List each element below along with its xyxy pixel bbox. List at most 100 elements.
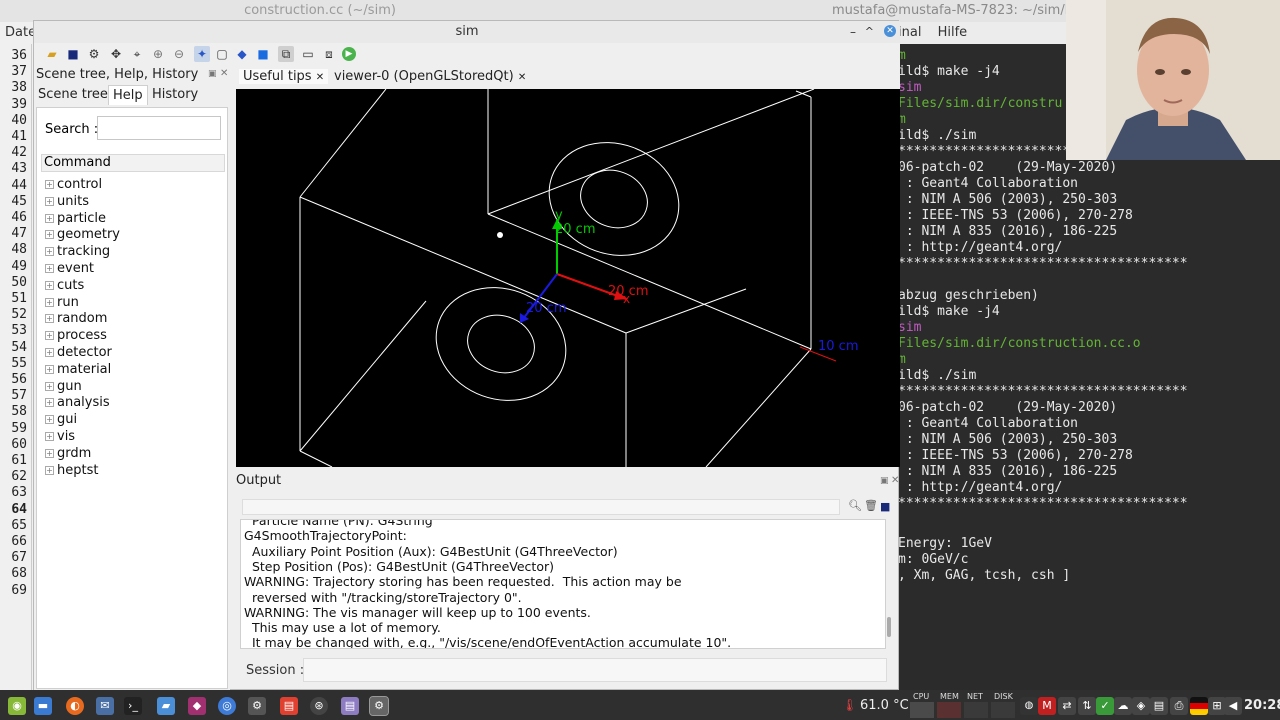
command-item-gui[interactable]: + gui — [45, 411, 77, 428]
terminal-menu-terminal[interactable]: inal — [898, 25, 921, 40]
command-item-tracking[interactable]: + tracking — [45, 243, 110, 260]
expand-icon[interactable]: + — [45, 465, 54, 475]
mail-icon[interactable]: ✉ — [96, 697, 114, 715]
expand-icon[interactable]: + — [45, 448, 54, 458]
tray-clipboard-icon[interactable]: ▤ — [1150, 697, 1168, 715]
show-desktop-icon[interactable]: ▬ — [34, 697, 52, 715]
volume-icon[interactable]: ◀ — [1224, 697, 1242, 715]
command-item-random[interactable]: + random — [45, 310, 107, 327]
text-editor-icon[interactable]: ▤ — [341, 697, 359, 715]
command-item-heptst[interactable]: + heptst — [45, 462, 98, 479]
expand-icon[interactable]: + — [45, 432, 54, 441]
tab-close-icon[interactable]: ✕ — [316, 72, 324, 83]
tray-update-icon[interactable]: ✓ — [1096, 697, 1114, 715]
search-icon[interactable]: 🔍︎ — [848, 499, 862, 512]
tool-icon[interactable]: ⚙ — [248, 697, 266, 715]
expand-icon[interactable]: + — [45, 196, 54, 206]
zoom-in-icon[interactable]: ⊕ — [150, 46, 166, 62]
firefox-icon[interactable]: ◐ — [66, 697, 84, 715]
solid-icon[interactable]: ◆ — [234, 46, 250, 62]
command-item-process[interactable]: + process — [45, 327, 107, 344]
output-scrollbar[interactable] — [887, 617, 891, 637]
tab-useful-tips[interactable]: Useful tips ✕ — [239, 69, 329, 84]
tray-printer-icon[interactable]: ⎙ — [1170, 697, 1188, 715]
output-close-icon[interactable]: ✕ — [891, 475, 899, 486]
open-icon[interactable]: ▰ — [44, 46, 60, 62]
session-command-input[interactable] — [303, 658, 887, 682]
tray-cloud-icon[interactable]: ☁ — [1114, 697, 1132, 715]
output-log[interactable]: Particle Name (PN): G4String G4SmoothTraj… — [240, 519, 886, 649]
tab-viewer-0[interactable]: viewer-0 (OpenGLStoredQt) ✕ — [330, 69, 530, 84]
pick-icon[interactable]: ✦ — [194, 46, 210, 62]
command-item-run[interactable]: + run — [45, 294, 79, 311]
settings-gear-icon[interactable]: ⚙ — [86, 46, 102, 62]
minimize-icon[interactable]: – — [850, 21, 856, 43]
expand-icon[interactable]: + — [45, 331, 54, 341]
expand-icon[interactable]: + — [45, 415, 54, 425]
output-filter-input[interactable] — [242, 499, 840, 515]
command-item-particle[interactable]: + particle — [45, 210, 106, 227]
tray-mail-icon[interactable]: M — [1038, 697, 1056, 715]
perspective-icon[interactable]: ⧉ — [278, 46, 294, 62]
expand-icon[interactable]: + — [45, 348, 54, 357]
run-icon[interactable]: ▶ — [342, 47, 356, 61]
output-float-icon[interactable]: ▣ — [880, 476, 889, 486]
expand-icon[interactable]: + — [45, 213, 54, 223]
expand-icon[interactable]: + — [45, 264, 54, 273]
command-item-cuts[interactable]: + cuts — [45, 277, 84, 294]
terminal-icon[interactable]: ›_ — [124, 697, 142, 715]
opengl-viewer[interactable]: y 20 cm 20 cm x 20 cm 10 cm — [236, 88, 900, 468]
surface-icon[interactable]: ■ — [255, 46, 271, 62]
rotate-icon[interactable]: ⌖ — [129, 46, 145, 62]
hidden-line-icon[interactable]: ⧈ — [321, 46, 337, 62]
expand-icon[interactable]: + — [45, 230, 54, 240]
trash-icon[interactable]: 🗑︎ — [864, 499, 878, 512]
mint-menu-icon[interactable]: ◉ — [8, 697, 26, 715]
expand-icon[interactable]: + — [45, 247, 54, 257]
keyboard-layout-flag-icon[interactable] — [1190, 697, 1208, 715]
tab-help[interactable]: Help — [108, 85, 148, 105]
command-item-analysis[interactable]: + analysis — [45, 394, 110, 411]
tab-scene-tree[interactable]: Scene tree — [34, 85, 112, 105]
wireframe-icon[interactable]: ▢ — [214, 46, 230, 62]
browser-icon[interactable]: ◎ — [218, 697, 236, 715]
tab-close-icon[interactable]: ✕ — [518, 72, 526, 83]
app-icon[interactable]: ◆ — [188, 697, 206, 715]
maximize-icon[interactable]: ^ — [865, 21, 874, 43]
tray-network-icon[interactable]: ⇅ — [1078, 697, 1096, 715]
system-monitor[interactable]: CPU MEM NET DISK — [910, 690, 1022, 720]
move-icon[interactable]: ✥ — [108, 46, 124, 62]
tray-shield-icon[interactable]: ◈ — [1132, 697, 1150, 715]
sim-app-icon[interactable]: ⚙ — [369, 696, 389, 716]
expand-icon[interactable]: + — [45, 280, 54, 290]
expand-icon[interactable]: + — [45, 364, 54, 374]
pdf-icon[interactable]: ▤ — [280, 697, 298, 715]
command-item-geometry[interactable]: + geometry — [45, 226, 120, 243]
save-output-icon[interactable]: ■ — [880, 500, 890, 513]
dock-float-icon[interactable]: ▣ — [208, 69, 217, 79]
files-icon[interactable]: ▰ — [157, 697, 175, 715]
command-item-gun[interactable]: + gun — [45, 378, 82, 395]
command-item-units[interactable]: + units — [45, 193, 89, 210]
zoom-out-icon[interactable]: ⊖ — [171, 46, 187, 62]
expand-icon[interactable]: + — [45, 180, 54, 189]
ortho-icon[interactable]: ▭ — [300, 46, 316, 62]
terminal-menu-help[interactable]: Hilfe — [938, 25, 968, 40]
command-item-detector[interactable]: + detector — [45, 344, 112, 361]
search-input[interactable] — [97, 116, 221, 140]
command-item-vis[interactable]: + vis — [45, 428, 75, 445]
command-item-material[interactable]: + material — [45, 361, 111, 378]
expand-icon[interactable]: + — [45, 297, 54, 307]
tray-arrows-icon[interactable]: ⇄ — [1058, 697, 1076, 715]
command-item-grdm[interactable]: + grdm — [45, 445, 91, 462]
media-icon[interactable]: ⊛ — [310, 697, 328, 715]
tab-history[interactable]: History — [148, 85, 202, 105]
command-item-event[interactable]: + event — [45, 260, 94, 277]
expand-icon[interactable]: + — [45, 381, 54, 391]
save-icon[interactable]: ■ — [65, 46, 81, 62]
tray-app-icon[interactable]: ◍ — [1020, 697, 1038, 715]
expand-icon[interactable]: + — [45, 398, 54, 408]
command-item-control[interactable]: + control — [45, 176, 102, 193]
dock-close-icon[interactable]: ✕ — [220, 68, 228, 79]
expand-icon[interactable]: + — [45, 314, 54, 324]
